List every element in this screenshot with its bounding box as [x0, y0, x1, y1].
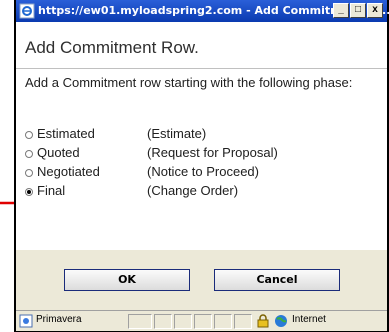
maximize-button[interactable]: □ — [350, 3, 366, 18]
radio-estimated[interactable] — [25, 131, 33, 139]
status-cell — [128, 314, 152, 329]
status-cell — [194, 314, 212, 329]
status-cell — [214, 314, 232, 329]
option-label: Estimated — [37, 126, 95, 141]
option-label: Negotiated — [37, 164, 100, 179]
globe-icon — [275, 315, 287, 327]
option-label: Final — [37, 183, 66, 198]
status-cell — [154, 314, 172, 329]
option-description: (Change Order) — [147, 183, 239, 198]
window-titlebar[interactable]: https://ew01.myloadspring2.com - Add Com… — [16, 0, 389, 22]
close-button[interactable]: x — [367, 3, 383, 18]
instruction-text: Add a Commitment row starting with the f… — [25, 75, 353, 90]
status-bar: Primavera Internet — [16, 310, 387, 331]
heading-divider — [16, 68, 387, 69]
option-description: (Request for Proposal) — [147, 145, 278, 160]
internet-explorer-icon — [19, 3, 35, 19]
zone-text: Internet — [292, 314, 326, 325]
status-text: Primavera — [36, 314, 82, 325]
status-cell — [174, 314, 192, 329]
option-description: (Estimate) — [147, 126, 207, 141]
status-cell — [234, 314, 252, 329]
radio-negotiated[interactable] — [25, 169, 33, 177]
option-label: Quoted — [37, 145, 80, 160]
option-description: (Notice to Proceed) — [147, 164, 259, 179]
page-icon — [19, 314, 33, 328]
dialog-window: https://ew01.myloadspring2.com - Add Com… — [14, 0, 389, 332]
dialog-heading: Add Commitment Row. — [25, 38, 199, 57]
ok-button[interactable]: OK — [64, 269, 190, 291]
cancel-button[interactable]: Cancel — [214, 269, 340, 291]
radio-quoted[interactable] — [25, 150, 33, 158]
radio-final[interactable] — [25, 188, 33, 196]
dialog-content: Add Commitment Row. Add a Commitment row… — [16, 22, 387, 250]
lock-icon — [257, 314, 269, 328]
minimize-button[interactable]: _ — [333, 3, 349, 18]
